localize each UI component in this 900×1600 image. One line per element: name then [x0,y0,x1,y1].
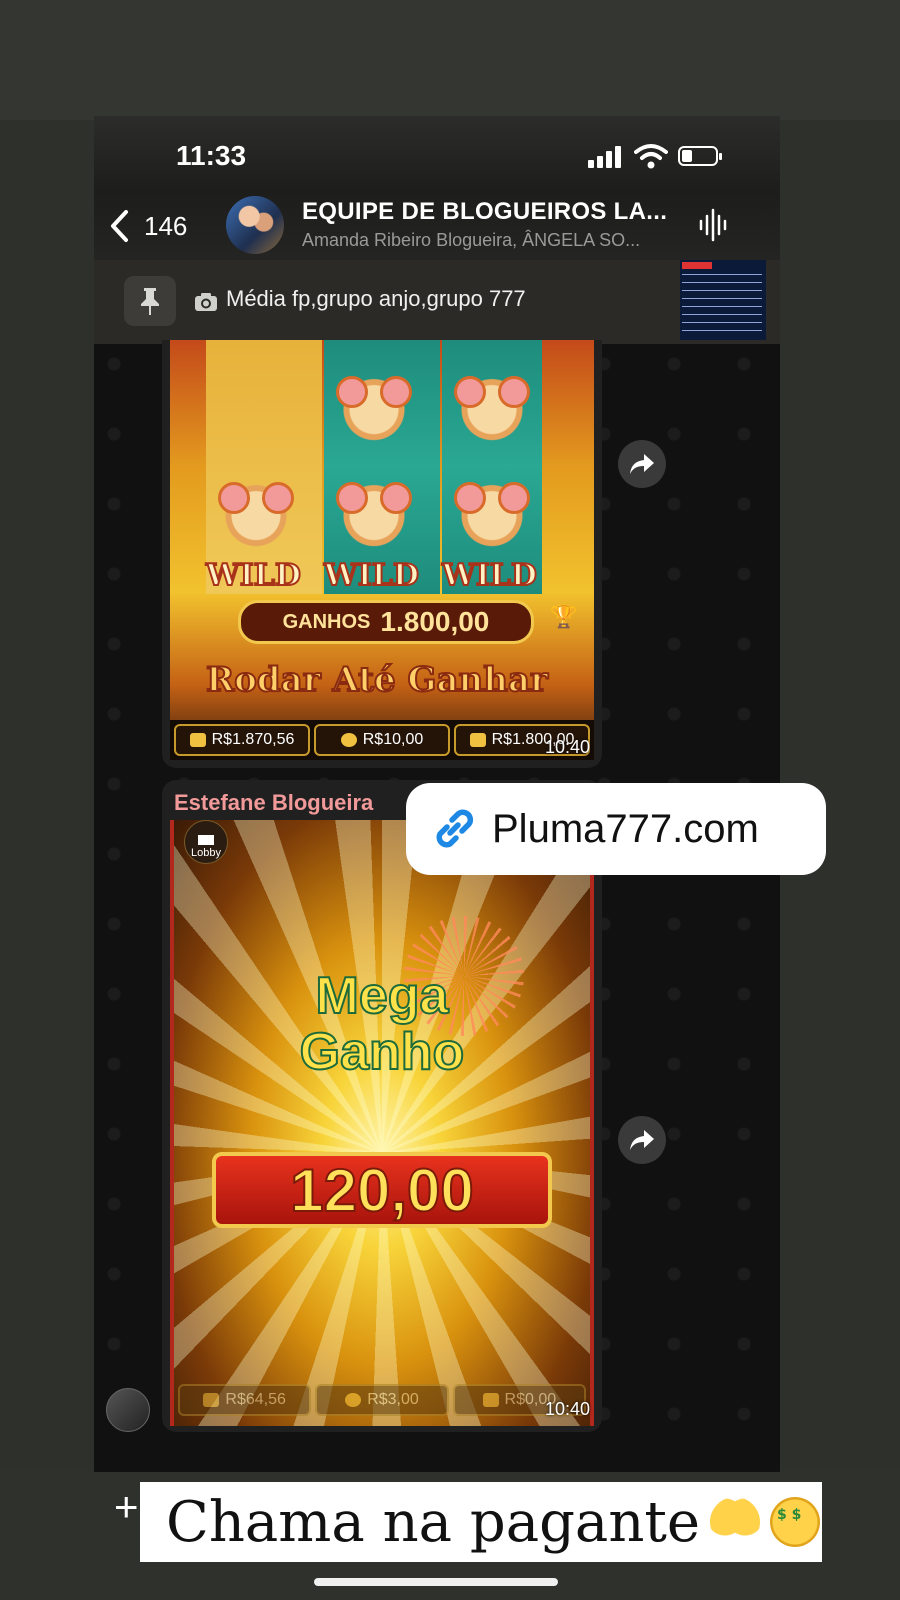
link-icon [436,809,474,848]
game-screenshot: WILD WILD WILD GANHOS 1.800,00 🏆 Rodar A… [170,340,594,760]
group-avatar[interactable] [226,196,284,254]
mouse-symbol [336,370,412,442]
pin-icon [141,288,159,315]
message-time: 10:40 [544,737,590,757]
home-indicator[interactable] [314,1578,558,1586]
mouse-symbol [454,370,530,442]
ganhos-value: 1.800,00 [380,606,490,637]
group-title[interactable]: EQUIPE DE BLOGUEIROS LA... [302,198,667,226]
pinned-thumbnail [680,260,766,340]
lobby-label: Lobby [191,847,221,859]
bet-box: R$3,00 [315,1384,449,1416]
spin-banner: Rodar Até Ganhar [205,659,549,701]
money-mouth-face-icon [770,1497,821,1547]
sender-avatar[interactable] [106,1388,150,1432]
win-icon [482,1393,499,1407]
link-sticker[interactable]: Pluma777.com [406,783,826,875]
voice-chat-icon[interactable] [698,208,728,242]
background-top [0,0,900,120]
balance-box: R$1.870,56 [174,724,310,756]
status-time: 11:33 [176,140,247,171]
wifi-icon [634,144,668,169]
caption-sticker: Chama na pagante [140,1482,822,1562]
image-message[interactable]: Estefane Blogueira Lobby Mega Ganho 120,… [162,780,602,1432]
bet-value: R$10,00 [362,731,424,748]
mega-title-line1: Mega [315,967,450,1025]
link-text: Pluma777.com [492,806,759,851]
pinned-message-text: Média fp,grupo anjo,grupo 777 [226,286,526,311]
ganhos-label: GANHOS [282,610,371,633]
back-button[interactable]: 146 [108,206,187,246]
coin-icon [340,733,357,747]
caption-text: Chama na pagante [166,1489,701,1555]
sender-name[interactable]: Estefane Blogueira [174,790,373,816]
wallet-icon [189,733,206,747]
win-amount: 120,00 [289,1156,475,1225]
bet-box: R$10,00 [314,724,450,756]
camera-icon [195,293,217,311]
game-stats-row: R$64,56 R$3,00 R$0,00 [174,1382,590,1418]
group-members[interactable]: Amanda Ribeiro Blogueira, ÂNGELA SO... [302,230,640,251]
wild-label: WILD [441,557,538,594]
chevron-left-icon [111,210,128,242]
forward-button[interactable] [618,1116,666,1164]
balance-box: R$64,56 [178,1384,312,1416]
balance-value: R$64,56 [225,1391,286,1408]
wild-label: WILD [323,557,420,594]
forward-icon [630,1130,654,1150]
light-rays [174,820,590,1426]
image-message[interactable]: WILD WILD WILD GANHOS 1.800,00 🏆 Rodar A… [162,340,602,768]
pinned-message-bar[interactable]: Média fp,grupo anjo,grupo 777 [94,260,780,344]
forward-icon [630,454,654,474]
trophy-icon: 🏆 [550,604,578,629]
mouse-symbol [218,476,294,548]
unread-count: 146 [144,210,188,241]
forward-button[interactable] [618,440,666,488]
wallet-icon [203,1393,220,1407]
coin-icon [345,1393,362,1407]
battery-icon [678,146,722,166]
status-bar: 11:33 [94,116,780,192]
game-stats-row: R$1.870,56 R$10,00 R$1.800,00 [170,720,594,760]
heart-hands-icon [710,1497,761,1547]
add-icon[interactable]: + [114,1486,139,1528]
win-amount-box: 120,00 [212,1152,552,1228]
mouse-symbol [336,476,412,548]
mega-title-line2: Ganho [299,1023,466,1081]
pin-button[interactable] [124,276,176,326]
lobby-button: Lobby [184,820,228,864]
balance-value: R$1.870,56 [211,731,295,748]
win-banner: GANHOS 1.800,00 [238,600,534,644]
cellular-signal-icon [588,146,624,168]
bet-value: R$3,00 [367,1391,419,1408]
mouse-symbol [454,476,530,548]
wild-label: WILD [205,557,302,594]
win-icon [469,733,486,747]
game-screenshot: Lobby Mega Ganho 120,00 R$64,56 R$3,00 R… [170,820,594,1426]
message-time: 10:40 [544,1399,590,1419]
